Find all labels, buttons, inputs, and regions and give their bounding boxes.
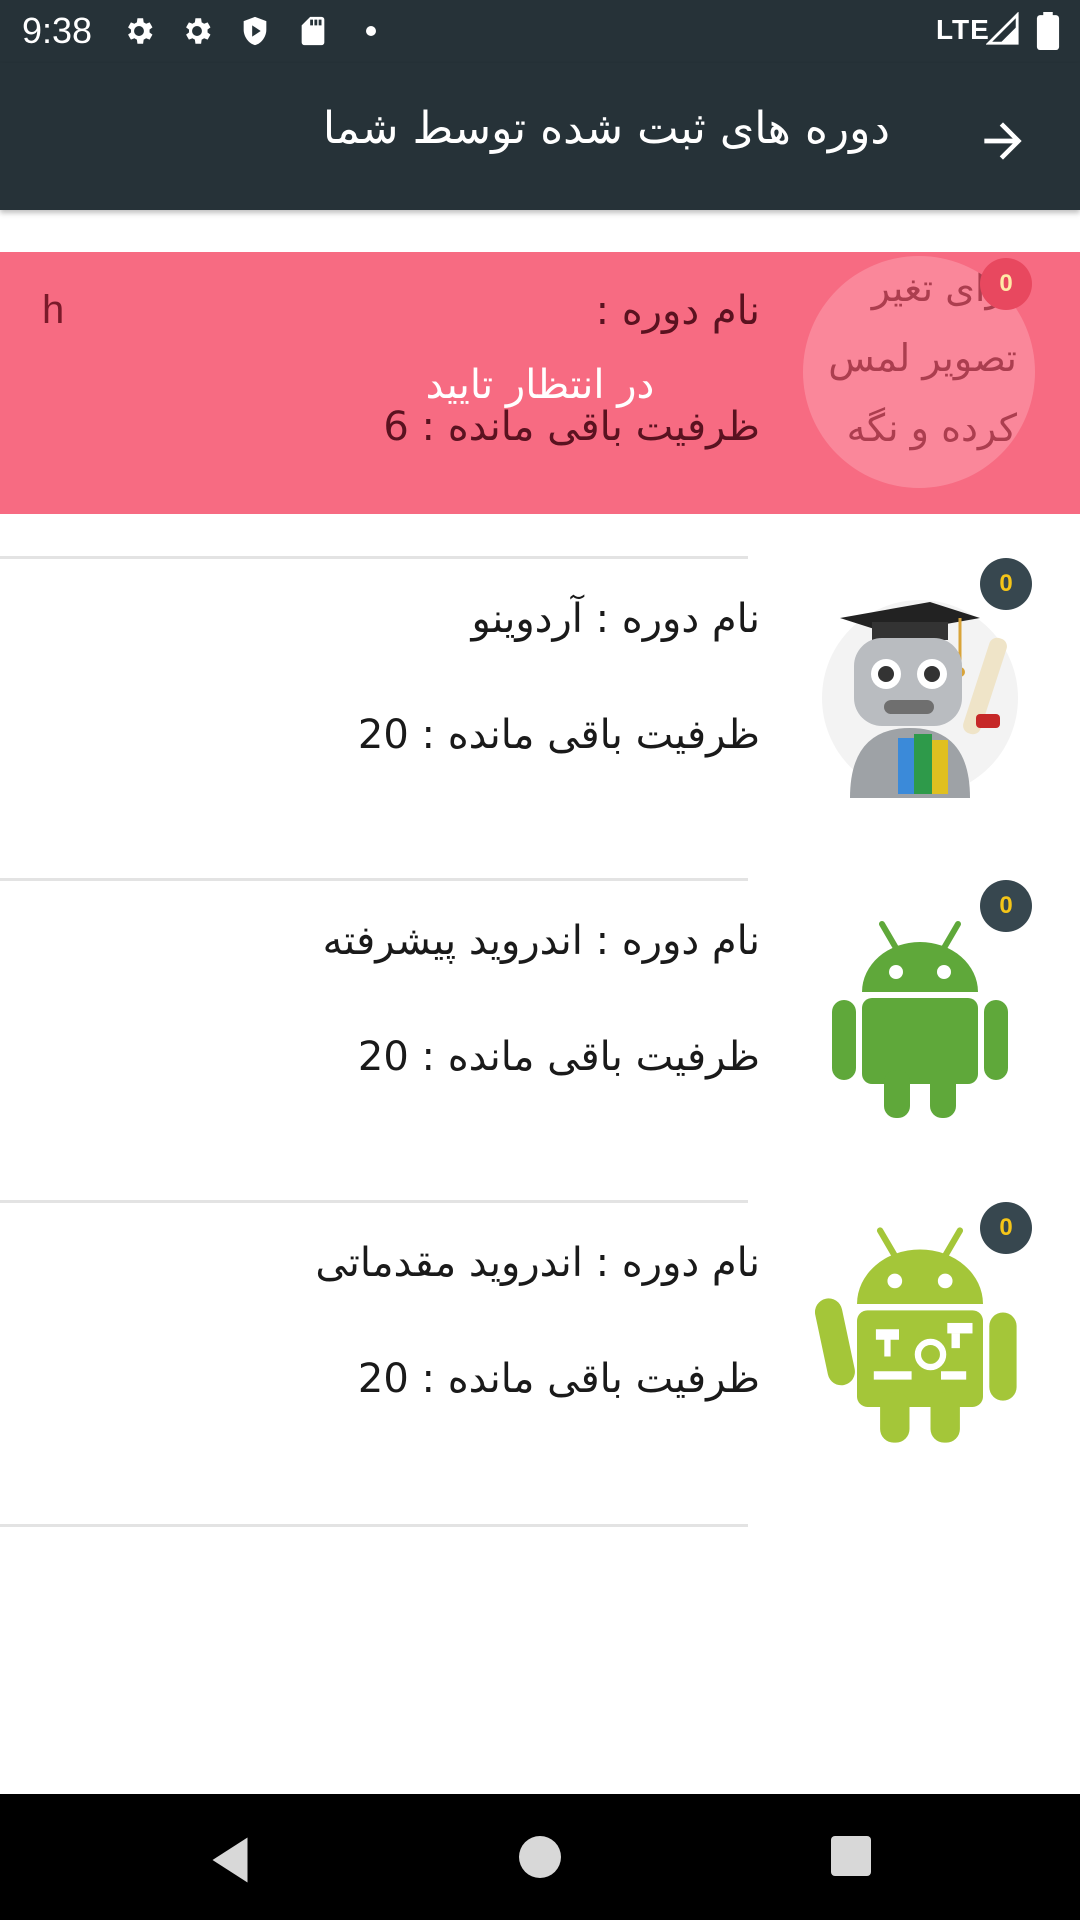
robot-graduate-icon[interactable] <box>820 588 1020 798</box>
shield-play-icon <box>243 16 267 46</box>
course-item-android-advanced[interactable]: نام دوره : اندروید پیشرفته ظرفیت باقی ما… <box>0 880 1080 1144</box>
course-badge: 0 <box>980 258 1032 310</box>
back-triangle-icon[interactable] <box>200 1830 260 1890</box>
course-item-pending[interactable]: h نام دوره : در انتظار تایید ظرفیت باقی … <box>0 252 1080 514</box>
divider <box>0 556 748 559</box>
hint-line: تصویر لمس <box>828 336 1017 380</box>
course-side-text: h <box>42 288 65 332</box>
course-item-android-basic[interactable]: نام دوره : اندروید مقدماتی ظرفیت باقی ما… <box>0 1202 1080 1466</box>
hint-line: کرده و نگه <box>846 406 1017 450</box>
android-tools-icon[interactable] <box>815 1222 1025 1447</box>
gear-icon <box>186 18 211 44</box>
home-circle-icon[interactable] <box>519 1836 561 1878</box>
recents-square-icon[interactable] <box>831 1836 871 1876</box>
course-badge: 0 <box>980 558 1032 610</box>
course-capacity: ظرفیت باقی مانده : 20 <box>357 1356 760 1402</box>
sd-card-icon <box>301 16 325 46</box>
android-icon[interactable] <box>820 910 1020 1120</box>
divider <box>0 878 748 881</box>
status-time: 9:38 <box>22 10 93 51</box>
divider <box>0 1524 748 1527</box>
course-name: نام دوره : اندروید پیشرفته <box>322 918 760 964</box>
course-badge: 0 <box>980 880 1032 932</box>
arrow-right-icon[interactable] <box>975 113 1031 169</box>
course-capacity: ظرفیت باقی مانده : 20 <box>357 712 760 758</box>
page-title: دوره های ثبت شده توسط شما <box>322 103 890 154</box>
course-badge: 0 <box>980 1202 1032 1254</box>
course-capacity: ظرفیت باقی مانده : 20 <box>357 1034 760 1080</box>
divider <box>0 1200 748 1203</box>
course-name: نام دوره : اندروید مقدماتی <box>315 1240 760 1286</box>
system-nav-bar <box>0 1794 1080 1920</box>
pending-status-label: در انتظار تایید <box>425 362 655 408</box>
status-bar: 9:38 LTE <box>0 0 1080 63</box>
course-item-arduino[interactable]: نام دوره : آردوینو ظرفیت باقی مانده : 20… <box>0 558 1080 822</box>
dot-icon <box>366 26 376 36</box>
course-name: نام دوره : <box>595 288 760 334</box>
gear-icon <box>128 18 153 44</box>
course-capacity: ظرفیت باقی مانده : 6 <box>383 404 760 450</box>
battery-icon <box>1036 12 1060 50</box>
network-type: LTE <box>936 14 990 45</box>
course-name: نام دوره : آردوینو <box>471 596 760 642</box>
app-bar: دوره های ثبت شده توسط شما <box>0 63 1080 210</box>
signal-icon <box>986 12 1019 45</box>
